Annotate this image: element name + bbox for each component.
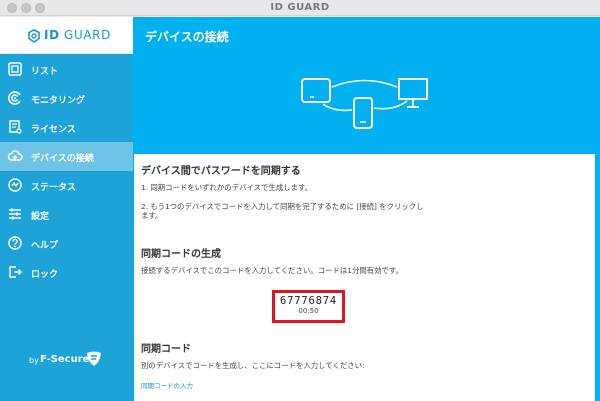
sidebar-item-label: ロック: [31, 270, 59, 280]
window-title: ID GUARD: [270, 2, 330, 13]
generate-code-heading: 同期コードの生成: [141, 249, 221, 260]
enter-code-heading: 同期コード: [141, 344, 191, 355]
sidebar-item-settings[interactable]: 設定: [0, 200, 133, 229]
sync-heading: デバイス間でパスワードを同期する: [141, 166, 301, 177]
id-guard-logo-icon: [28, 29, 40, 43]
sidebar-item-connect-devices[interactable]: デバイスの接続: [0, 142, 133, 171]
enter-sync-code-link[interactable]: 同期コードの入力: [141, 380, 193, 390]
title-bar: ID GUARD: [0, 0, 600, 16]
sidebar-item-label: ヘルプ: [31, 241, 59, 251]
by-label: by: [29, 356, 39, 365]
enter-code-description: 別のデバイスでコードを生成し、ここにコードを入力してください:: [141, 361, 365, 370]
sync-step-1: 1. 同期コードをいずれかのデバイスで生成します。: [141, 183, 313, 192]
page-title: デバイスの接続: [145, 30, 229, 44]
sync-card: デバイス間でパスワードを同期する 1. 同期コードをいずれかのデバイスで生成しま…: [134, 154, 595, 401]
cloud-sync-icon: [7, 150, 23, 161]
sync-code-display: 67776874 00:50: [272, 290, 345, 323]
sidebar-item-license[interactable]: ライセンス: [0, 113, 133, 142]
sidebar-item-label: デバイスの接続: [31, 154, 94, 164]
sync-code-timer: 00:50: [298, 307, 319, 315]
sidebar-item-label: ライセンス: [31, 125, 76, 135]
status-icon: [8, 178, 22, 192]
sync-step-2-line-1: 2. もう1つのデバイスでコードを入力して同期を完了するために [接続] をクリ…: [141, 202, 424, 211]
sidebar-item-list[interactable]: リスト: [0, 55, 133, 84]
sidebar-item-status[interactable]: ステータス: [0, 171, 133, 200]
list-icon: [8, 62, 22, 76]
sidebar: ID GUARD リスト モニタリング ライセンス デバイスの接続 ステータス …: [0, 17, 133, 401]
sidebar-item-label: モニタリング: [31, 96, 86, 106]
sidebar-item-monitoring[interactable]: モニタリング: [0, 84, 133, 113]
sidebar-item-help[interactable]: ヘルプ: [0, 229, 133, 258]
sidebar-item-lock[interactable]: ロック: [0, 258, 133, 287]
f-secure-logo-icon: [87, 351, 101, 366]
license-icon: [9, 120, 22, 134]
sidebar-item-label: ステータス: [31, 183, 77, 193]
sidebar-item-label: リスト: [31, 67, 59, 77]
sync-step-2-line-2: ます。: [141, 211, 163, 220]
f-secure-label: F-Secure: [40, 354, 90, 365]
lock-exit-icon: [9, 266, 22, 278]
logo-text: ID GUARD: [44, 28, 111, 42]
help-icon: [8, 236, 22, 250]
sidebar-item-label: 設定: [31, 212, 50, 222]
sync-code-value: 67776874: [280, 295, 337, 307]
generate-code-description: 接続するデバイスでこのコードを入力してください。コードは1分間有効です。: [141, 266, 403, 275]
app-logo: ID GUARD: [0, 17, 133, 54]
devices-sync-illustration: [301, 78, 428, 129]
settings-sliders-icon: [9, 208, 21, 220]
monitoring-icon: [8, 91, 21, 105]
